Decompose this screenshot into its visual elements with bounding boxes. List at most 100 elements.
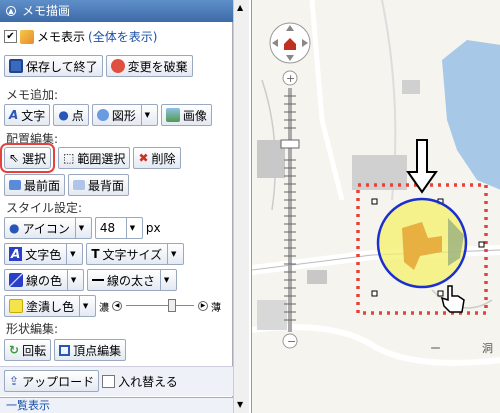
resize-handle[interactable] (478, 241, 485, 248)
building (402, 80, 420, 94)
panel-title: メモ描画 (22, 4, 71, 18)
opacity-light-label: 薄 (211, 302, 222, 314)
style-section-title: スタイル設定: (6, 201, 83, 215)
add-text-button[interactable]: A 文字 (4, 104, 51, 126)
text-style-row: A 文字色 ▼ T 文字サイズ ▼ (4, 243, 185, 265)
line-color-icon (9, 273, 23, 287)
size-value: 48 (99, 221, 116, 235)
show-memo-checkbox[interactable]: ✔ (4, 30, 17, 43)
zoom-handle[interactable] (280, 139, 300, 149)
bring-front-button[interactable]: 最前面 (4, 174, 66, 196)
discard-icon (110, 59, 125, 73)
icon-select-label: アイコン (22, 221, 70, 236)
collapse-icon[interactable]: ▲ (6, 6, 16, 16)
resize-handle[interactable] (371, 290, 378, 297)
zoom-out-icon: − (287, 335, 296, 348)
show-memo-label: メモ表示 (37, 30, 86, 44)
upload-row: ⇪ アップロード 入れ替える (4, 370, 178, 392)
shape-dropdown-icon[interactable]: ▼ (140, 105, 153, 125)
line-width-button[interactable]: 線の太さ ▼ (87, 269, 178, 291)
add-shape-label: 図形 (111, 108, 136, 123)
add-text-label: 文字 (21, 108, 46, 123)
line-style-row: 線の色 ▼ 線の太さ ▼ (4, 269, 178, 291)
save-icon (9, 59, 23, 73)
fill-color-dropdown-icon[interactable]: ▼ (79, 296, 91, 316)
memo-icon (20, 29, 34, 44)
add-row: A 文字 ● 点 図形 ▼ 画像 (4, 104, 212, 126)
vertex-edit-icon (59, 344, 71, 356)
bring-front-icon (9, 180, 21, 190)
add-image-button[interactable]: 画像 (160, 104, 212, 126)
scroll-up-icon[interactable]: ▲ (237, 3, 243, 12)
add-point-button[interactable]: ● 点 (53, 104, 89, 126)
list-display-label: 一覧表示 (6, 399, 50, 412)
show-memo-row: ✔ メモ表示 (全体を表示) (4, 28, 157, 45)
replace-checkbox[interactable] (102, 374, 116, 388)
size-dropdown-icon[interactable]: ▼ (125, 218, 138, 238)
icon-select[interactable]: ● アイコン ▼ (4, 217, 92, 239)
upload-label: アップロード (22, 374, 95, 389)
slider-track (126, 305, 195, 306)
slider-right-arrow-icon[interactable]: ▶ (198, 301, 209, 311)
add-image-label: 画像 (182, 108, 207, 123)
text-color-button[interactable]: A 文字色 ▼ (4, 243, 84, 265)
line-width-dropdown-icon[interactable]: ▼ (160, 270, 172, 290)
map-canvas: + − (252, 0, 500, 366)
hand-cursor-icon (440, 285, 465, 313)
text-size-dropdown-icon[interactable]: ▼ (167, 244, 179, 264)
rotate-button[interactable]: ↻ 回転 (4, 339, 52, 361)
fill-color-label: 塗潰し色 (26, 299, 75, 314)
line-width-icon (92, 279, 105, 281)
save-exit-button[interactable]: 保存して終了 (4, 55, 103, 77)
cursor-icon: ⇖ (9, 151, 20, 165)
range-select-button[interactable]: ⬚ 範囲選択 (58, 147, 131, 169)
line-color-button[interactable]: 線の色 ▼ (4, 269, 85, 291)
fill-color-button[interactable]: 塗潰し色 ▼ (4, 295, 97, 317)
range-select-label: 範囲選択 (77, 151, 126, 166)
replace-label: 入れ替える (118, 374, 178, 389)
fill-row: 塗潰し色 ▼ 濃 ◀ ▶ 薄 (4, 295, 221, 317)
rotate-icon: ↻ (9, 343, 20, 357)
image-icon (165, 108, 180, 122)
building (307, 270, 327, 284)
building (257, 300, 287, 330)
resize-handle[interactable] (371, 198, 378, 205)
panel-header[interactable]: ▲ メモ描画 (0, 0, 233, 22)
water-area (442, 40, 500, 190)
opacity-dark-label: 濃 (99, 302, 110, 314)
save-row: 保存して終了 変更を破棄 (4, 55, 193, 77)
arrange-row: ⇖ 選択 ⬚ 範囲選択 ✖ 削除 (0, 143, 181, 173)
line-color-dropdown-icon[interactable]: ▼ (67, 270, 79, 290)
icon-dropdown-icon[interactable]: ▼ (74, 218, 87, 238)
arrange-section-title: 配置編集: (6, 132, 59, 146)
opacity-slider[interactable]: ◀ ▶ (112, 299, 209, 313)
resize-handle[interactable] (437, 290, 444, 297)
panel-scrollbar[interactable]: ▲ ▼ (233, 0, 249, 413)
slider-handle[interactable] (168, 299, 177, 312)
delete-button[interactable]: ✖ 削除 (133, 147, 181, 169)
slider-left-arrow-icon[interactable]: ◀ (112, 301, 123, 311)
delete-icon: ✖ (138, 151, 149, 165)
fill-color-icon (9, 299, 23, 313)
line-color-label: 線の色 (26, 273, 63, 288)
send-back-label: 最背面 (88, 178, 125, 193)
select-button[interactable]: ⇖ 選択 (0, 143, 56, 173)
list-display-link[interactable]: 一覧表示 (0, 397, 233, 413)
shape-section-title: 形状編集: (6, 322, 59, 336)
text-color-icon: A (9, 247, 23, 261)
upload-icon: ⇪ (9, 374, 20, 388)
upload-button[interactable]: ⇪ アップロード (4, 370, 100, 392)
show-all-link[interactable]: (全体を表示) (88, 28, 157, 45)
text-color-dropdown-icon[interactable]: ▼ (66, 244, 78, 264)
discard-button[interactable]: 変更を破棄 (105, 55, 193, 77)
road (309, 0, 345, 201)
text-size-button[interactable]: T 文字サイズ ▼ (86, 243, 185, 265)
scroll-down-icon[interactable]: ▼ (237, 400, 243, 409)
size-input[interactable]: 48 ▼ (94, 217, 143, 239)
delete-label: 削除 (151, 151, 176, 166)
vertex-edit-button[interactable]: 頂点編集 (54, 339, 127, 361)
send-back-button[interactable]: 最背面 (68, 174, 130, 196)
pin-icon: ● (9, 221, 20, 235)
map-view[interactable]: + − ー 洞 (251, 0, 500, 413)
add-shape-button[interactable]: 図形 ▼ (91, 104, 158, 126)
